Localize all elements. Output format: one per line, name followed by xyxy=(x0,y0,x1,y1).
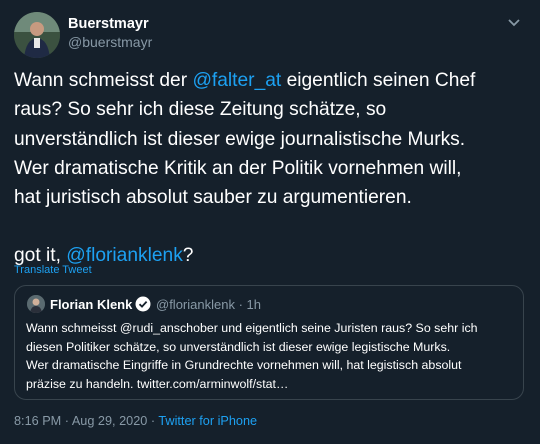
text-segment: Wann schmeisst der xyxy=(14,70,193,91)
quoted-line: Wer dramatische Eingriffe in Grundrechte… xyxy=(26,358,462,372)
tweet-header: Buerstmayr @buerstmayr xyxy=(14,12,526,58)
translate-tweet-link[interactable]: Translate Tweet xyxy=(14,264,92,276)
tweet-line: unverständlich ist dieser ewige journali… xyxy=(14,128,466,150)
quoted-avatar-image xyxy=(27,295,45,313)
avatar-image xyxy=(14,12,60,58)
quoted-line: diesen Politiker schätze, so unverständl… xyxy=(26,339,451,354)
text-segment: eigentlich seinen Chef xyxy=(281,70,476,91)
tweet-line: raus? So sehr ich diese Zeitung schätze,… xyxy=(14,99,387,121)
tweet-line: hat juristisch absolut sauber zu argumen… xyxy=(14,187,412,209)
quoted-avatar[interactable] xyxy=(27,295,45,313)
tweet-line: Wer dramatische Kritik an der Politik vo… xyxy=(14,157,462,179)
avatar[interactable] xyxy=(14,12,60,58)
user-handle[interactable]: @buerstmayr xyxy=(68,34,152,50)
chevron-down-icon[interactable] xyxy=(506,14,522,30)
quoted-tweet-text: Wann schmeisst @rudi_anschober und eigen… xyxy=(26,319,518,393)
quoted-line: Wann schmeisst @rudi_anschober und eigen… xyxy=(26,321,478,335)
quoted-handle-time: @florianklenk · 1h xyxy=(156,297,261,312)
timestamp[interactable]: 8:16 PM · Aug 29, 2020 xyxy=(14,414,147,428)
text-segment: ? xyxy=(182,245,194,267)
separator: · xyxy=(147,414,159,428)
tweet-footer: 8:16 PM · Aug 29, 2020 · Twitter for iPh… xyxy=(14,414,257,428)
quoted-display-name[interactable]: Florian Klenk xyxy=(50,297,132,312)
display-name[interactable]: Buerstmayr xyxy=(68,16,149,32)
tweet-line: Wann schmeisst der @falter_at eigentlich… xyxy=(14,66,529,95)
tweet-text: Wann schmeisst der @falter_at eigentlich… xyxy=(14,66,529,271)
source-link[interactable]: Twitter for iPhone xyxy=(158,414,257,428)
quoted-line: präzise zu handeln. twitter.com/arminwol… xyxy=(26,376,289,391)
tweet-card: Buerstmayr @buerstmayr Wann schmeisst de… xyxy=(0,0,540,444)
quoted-tweet[interactable]: Florian Klenk @florianklenk · 1h Wann sc… xyxy=(14,285,524,400)
mention-falter-at[interactable]: @falter_at xyxy=(192,70,281,91)
verified-badge-icon xyxy=(135,296,151,312)
